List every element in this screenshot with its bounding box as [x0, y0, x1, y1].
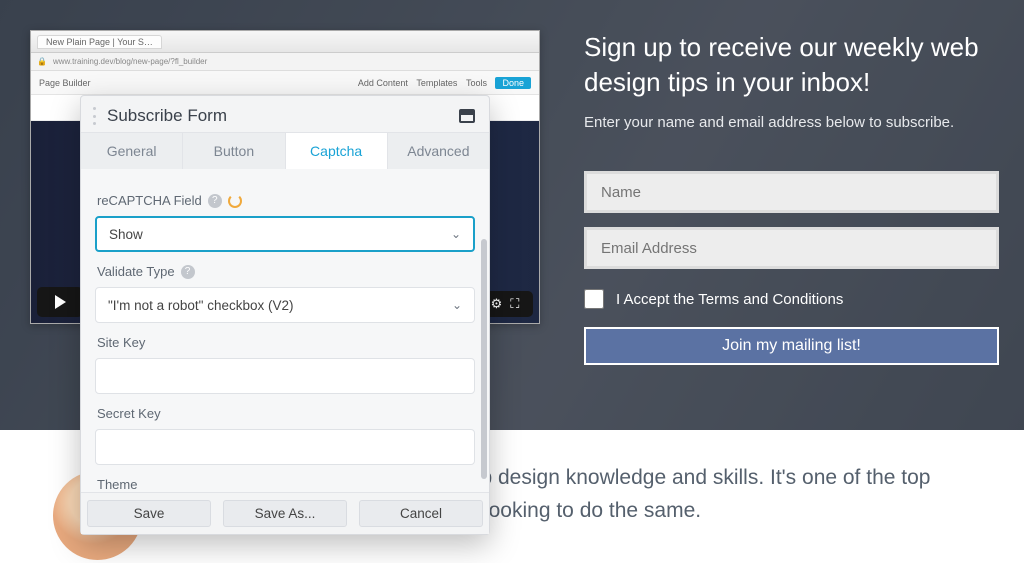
- tab-general[interactable]: General: [81, 133, 183, 169]
- recaptcha-select[interactable]: Show ⌄: [95, 216, 475, 252]
- settings-panel: Subscribe Form General Button Captcha Ad…: [80, 95, 490, 535]
- terms-label: I Accept the Terms and Conditions: [616, 291, 843, 308]
- help-icon[interactable]: ?: [208, 194, 222, 208]
- cancel-button[interactable]: Cancel: [359, 500, 483, 527]
- recaptcha-label: reCAPTCHA Field ?: [97, 193, 475, 208]
- save-as-button[interactable]: Save As...: [223, 500, 347, 527]
- add-content-link[interactable]: Add Content: [358, 78, 408, 88]
- tab-advanced[interactable]: Advanced: [388, 133, 489, 169]
- play-button[interactable]: [37, 287, 83, 317]
- tab-button[interactable]: Button: [183, 133, 285, 169]
- signup-column: Sign up to receive our weekly web design…: [584, 30, 999, 365]
- site-key-label: Site Key: [97, 335, 475, 350]
- validate-label: Validate Type ?: [97, 264, 475, 279]
- fullscreen-icon[interactable]: ⛶: [510, 296, 519, 312]
- hero-subheading: Enter your name and email address below …: [584, 114, 999, 131]
- scrollbar[interactable]: [481, 239, 487, 479]
- secret-key-label: Secret Key: [97, 406, 475, 421]
- builder-toolbar: Page Builder Add Content Templates Tools…: [31, 71, 539, 95]
- secret-key-input[interactable]: [95, 429, 475, 465]
- loading-spinner-icon: [228, 194, 242, 208]
- theme-label: Theme: [97, 477, 475, 492]
- terms-row[interactable]: I Accept the Terms and Conditions: [584, 289, 999, 309]
- terms-checkbox[interactable]: [584, 289, 604, 309]
- save-button[interactable]: Save: [87, 500, 211, 527]
- done-button[interactable]: Done: [495, 77, 531, 89]
- drag-handle-icon[interactable]: [93, 107, 99, 125]
- chevron-down-icon: ⌄: [452, 298, 462, 312]
- browser-tabbar: New Plain Page | Your S…: [31, 31, 539, 53]
- panel-title: Subscribe Form: [107, 106, 459, 126]
- site-key-input[interactable]: [95, 358, 475, 394]
- panel-tabs: General Button Captcha Advanced: [81, 132, 489, 169]
- templates-link[interactable]: Templates: [416, 78, 457, 88]
- help-icon[interactable]: ?: [181, 265, 195, 279]
- tools-link[interactable]: Tools: [466, 78, 487, 88]
- tab-captcha[interactable]: Captcha: [286, 133, 388, 169]
- panel-footer: Save Save As... Cancel: [81, 492, 489, 534]
- layout-toggle-icon[interactable]: [459, 109, 475, 123]
- hero-heading: Sign up to receive our weekly web design…: [584, 30, 999, 100]
- url-text: www.training.dev/blog/new-page/?fl_build…: [53, 57, 207, 66]
- gear-icon[interactable]: ⚙: [491, 296, 503, 312]
- browser-tab[interactable]: New Plain Page | Your S…: [37, 35, 162, 49]
- email-input[interactable]: [584, 227, 999, 269]
- address-bar[interactable]: 🔒 www.training.dev/blog/new-page/?fl_bui…: [31, 53, 539, 71]
- chevron-down-icon: ⌄: [451, 227, 461, 241]
- panel-body: reCAPTCHA Field ? Show ⌄ Validate Type ?…: [81, 169, 489, 492]
- join-button[interactable]: Join my mailing list!: [584, 327, 999, 365]
- lock-icon: 🔒: [37, 57, 47, 66]
- builder-title: Page Builder: [39, 78, 91, 88]
- validate-select[interactable]: "I'm not a robot" checkbox (V2) ⌄: [95, 287, 475, 323]
- name-input[interactable]: [584, 171, 999, 213]
